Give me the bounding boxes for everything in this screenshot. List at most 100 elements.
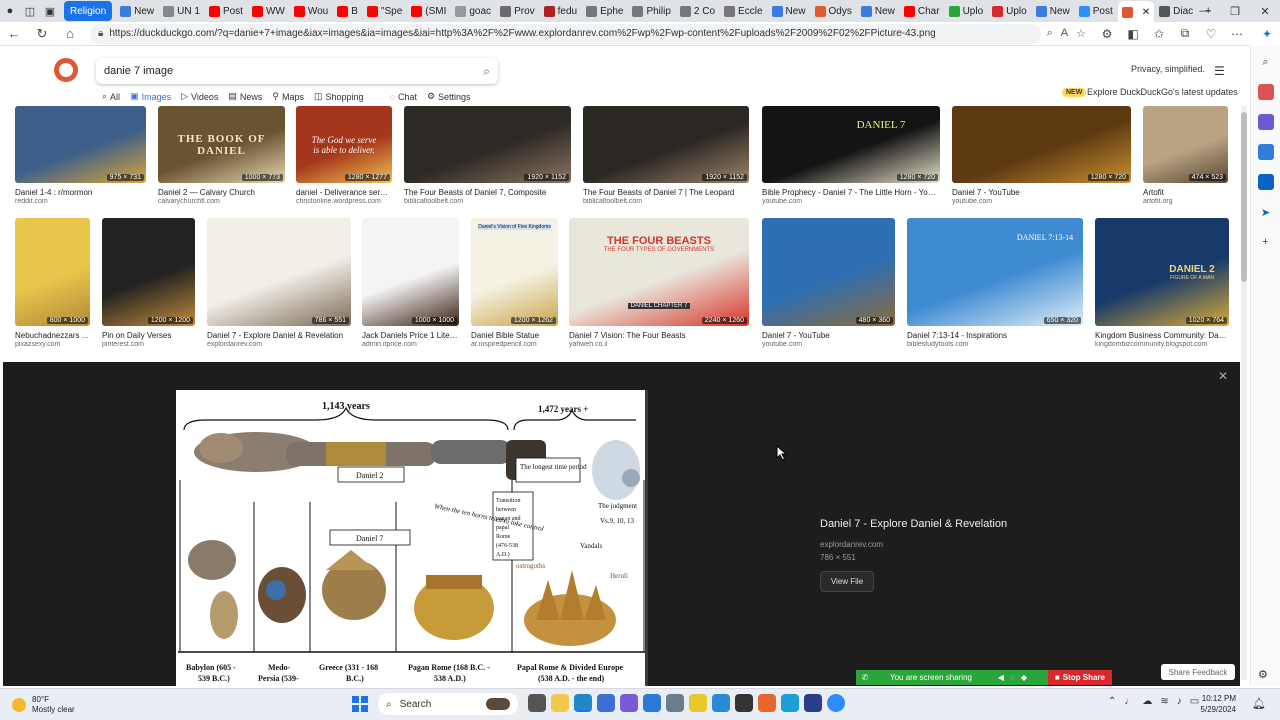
image-thumbnail[interactable]: 1200 × 1262 Daniel's Vision of Five Kingd…: [471, 218, 558, 326]
browser-tab[interactable]: fedu: [540, 1, 581, 21]
browser-tab[interactable]: Eccle: [720, 1, 766, 21]
hamburger-menu-icon[interactable]: ☰: [1214, 64, 1225, 78]
copilot-app-icon[interactable]: [620, 694, 638, 712]
image-result-source[interactable]: biblicaltoolbelt.com: [404, 198, 571, 205]
browser-tab[interactable]: (SMI: [407, 1, 450, 21]
tray-chevron-icon[interactable]: ⌃: [1108, 696, 1116, 707]
microphone-icon[interactable]: ♩: [1124, 696, 1134, 707]
image-result-source[interactable]: youtube.com: [762, 198, 940, 205]
image-result-title[interactable]: Daniel 7 Vision: The Four Beasts: [569, 331, 749, 340]
image-result-card[interactable]: 1920 × 1152 The Four Beasts of Daniel 7 |…: [583, 106, 749, 213]
image-thumbnail[interactable]: 1280 × 1277 The God we serve is able to de…: [296, 106, 392, 183]
image-result-title[interactable]: Daniel 7 - Explore Daniel & Revelation: [207, 331, 351, 340]
image-result-title[interactable]: daniel - Deliverance serm...: [296, 188, 392, 197]
image-result-title[interactable]: Daniel 7 - YouTube: [952, 188, 1131, 197]
tab-group-label[interactable]: Religion: [64, 1, 113, 21]
image-result-source[interactable]: ar.inspiredpencil.com: [471, 341, 558, 348]
image-result-card[interactable]: 1000 × 1000 Jack Daniels Price 1 Liter -.…: [362, 218, 459, 356]
zoom-app-icon[interactable]: [827, 694, 845, 712]
browser-tab[interactable]: "Spe: [363, 1, 406, 21]
sidebar-outlook-icon[interactable]: [1257, 174, 1274, 190]
image-result-source[interactable]: biblestudytools.com: [907, 341, 1083, 348]
share-shield-icon[interactable]: ◆: [1021, 673, 1027, 682]
firefox-app-icon[interactable]: [758, 694, 776, 712]
image-result-source[interactable]: calvarychurchfl.com: [158, 198, 285, 205]
norton-app-icon[interactable]: [689, 694, 707, 712]
tab-images[interactable]: ▣ Images: [130, 91, 171, 102]
tab-maps[interactable]: ⚲ Maps: [272, 91, 304, 102]
sidebar-send-icon[interactable]: ➤: [1258, 204, 1274, 220]
browser-tab[interactable]: New: [768, 1, 810, 21]
image-result-card[interactable]: 1200 × 1200 Pin on Daily Verses pinterest.…: [102, 218, 195, 356]
browser-tab[interactable]: WW: [248, 1, 289, 21]
tab-settings[interactable]: ⚙ Settings: [427, 91, 471, 102]
image-result-title[interactable]: The Four Beasts of Daniel 7 | The Leopar…: [583, 188, 749, 197]
image-thumbnail[interactable]: 786 × 551: [207, 218, 351, 326]
image-thumbnail[interactable]: 1000 × 773 THE BOOK OF DANIEL: [158, 106, 285, 183]
image-result-source[interactable]: reddit.com: [15, 198, 146, 205]
image-result-card[interactable]: 975 × 731 Daniel 1-4 : r/mormon reddit.com: [15, 106, 146, 213]
minimize-icon[interactable]: —: [1190, 0, 1220, 22]
close-tab-icon[interactable]: ✕: [1142, 7, 1150, 18]
page-scrollbar[interactable]: [1241, 106, 1247, 680]
taskbar-search[interactable]: ⌕ Search: [378, 693, 518, 715]
browser-tab[interactable]: UN 1: [159, 1, 204, 21]
image-thumbnail[interactable]: 800 × 1000: [15, 218, 90, 326]
notification-bell-icon[interactable]: 🔔︎: [1252, 697, 1266, 710]
image-result-source[interactable]: explordanrev.com: [207, 341, 351, 348]
copilot-icon[interactable]: ✦: [1254, 22, 1280, 46]
split-screen-icon[interactable]: ◧: [1120, 22, 1146, 46]
close-detail-icon[interactable]: ✕: [1218, 369, 1228, 383]
image-result-title[interactable]: Daniel 1-4 : r/mormon: [15, 188, 146, 197]
mail-app-icon[interactable]: [643, 694, 661, 712]
image-result-card[interactable]: 1280 × 720 Daniel 7 - YouTube youtube.com: [952, 106, 1131, 213]
browser-tab[interactable]: Odys: [811, 1, 856, 21]
browser-tab[interactable]: Post: [205, 1, 247, 21]
detail-preview-image[interactable]: 1,143 years 1,472 years + Daniel 2 The l…: [176, 390, 647, 686]
duckduckgo-logo[interactable]: [54, 58, 78, 82]
tab-videos[interactable]: ▷ Videos: [181, 91, 218, 102]
image-result-source[interactable]: pixazsexy.com: [15, 341, 90, 348]
photos-app-icon[interactable]: [781, 694, 799, 712]
onedrive-icon[interactable]: ☁: [1142, 696, 1152, 707]
image-result-card[interactable]: 800 × 1000 Nebuchadnezzars ... pixazsexy.c…: [15, 218, 90, 356]
image-result-source[interactable]: admin.itprice.com: [362, 341, 459, 348]
browser-tab[interactable]: New: [857, 1, 899, 21]
extensions-icon[interactable]: ⚙: [1094, 22, 1120, 46]
share-pause-icon[interactable]: ◌: [1010, 673, 1015, 682]
sidebar-shopping-icon[interactable]: [1257, 84, 1274, 100]
taskbar-clock[interactable]: 10:12 PM 5/29/2024: [1186, 693, 1236, 715]
volume-icon[interactable]: ♪: [1177, 696, 1182, 707]
image-result-source[interactable]: artofit.org: [1143, 198, 1228, 205]
image-result-source[interactable]: kingdombizcommunity.blogspot.com: [1095, 341, 1229, 348]
browser-tab[interactable]: Prov: [496, 1, 539, 21]
share-audio-icon[interactable]: ◀: [998, 673, 1004, 682]
image-thumbnail[interactable]: 480 × 360: [762, 218, 895, 326]
image-thumbnail[interactable]: 1000 × 1000: [362, 218, 459, 326]
preview-scrollbar[interactable]: [645, 390, 648, 686]
zoom-icon[interactable]: ⌕: [1047, 27, 1053, 40]
weather-widget[interactable]: 80°F Mostly clear: [12, 695, 75, 715]
terminal-app-icon[interactable]: [804, 694, 822, 712]
read-aloud-icon[interactable]: A: [1061, 27, 1068, 40]
close-window-icon[interactable]: ✕: [1250, 0, 1280, 22]
image-result-title[interactable]: Daniel 7:13-14 - Inspirations: [907, 331, 1083, 340]
sidebar-settings-icon[interactable]: ⚙: [1258, 668, 1268, 681]
image-result-source[interactable]: christonline.wordpress.com: [296, 198, 392, 205]
view-file-button[interactable]: View File: [820, 571, 874, 592]
browser-tab[interactable]: 2 Co: [676, 1, 719, 21]
image-result-title[interactable]: Nebuchadnezzars ...: [15, 331, 90, 340]
browser-tab[interactable]: ✕: [1117, 1, 1155, 23]
browser-tab[interactable]: Char: [900, 1, 944, 21]
tab-news[interactable]: ▤ News: [228, 91, 262, 102]
browser-tab[interactable]: New: [116, 1, 158, 21]
favorite-star-icon[interactable]: ☆: [1076, 27, 1086, 40]
image-result-title[interactable]: Daniel 7 - YouTube: [762, 331, 895, 340]
image-result-card[interactable]: 650 × 320 DANIEL 7:13-14 Daniel 7:13-14 - …: [907, 218, 1083, 356]
image-result-card[interactable]: 1000 × 773 THE BOOK OF DANIEL Daniel 2 — C…: [158, 106, 285, 213]
browser-tab[interactable]: Post: [1075, 1, 1117, 21]
image-result-source[interactable]: youtube.com: [762, 341, 895, 348]
browser-tab[interactable]: B: [333, 1, 362, 21]
image-result-source[interactable]: biblicaltoolbelt.com: [583, 198, 749, 205]
browser-tab[interactable]: Uplo: [945, 1, 988, 21]
